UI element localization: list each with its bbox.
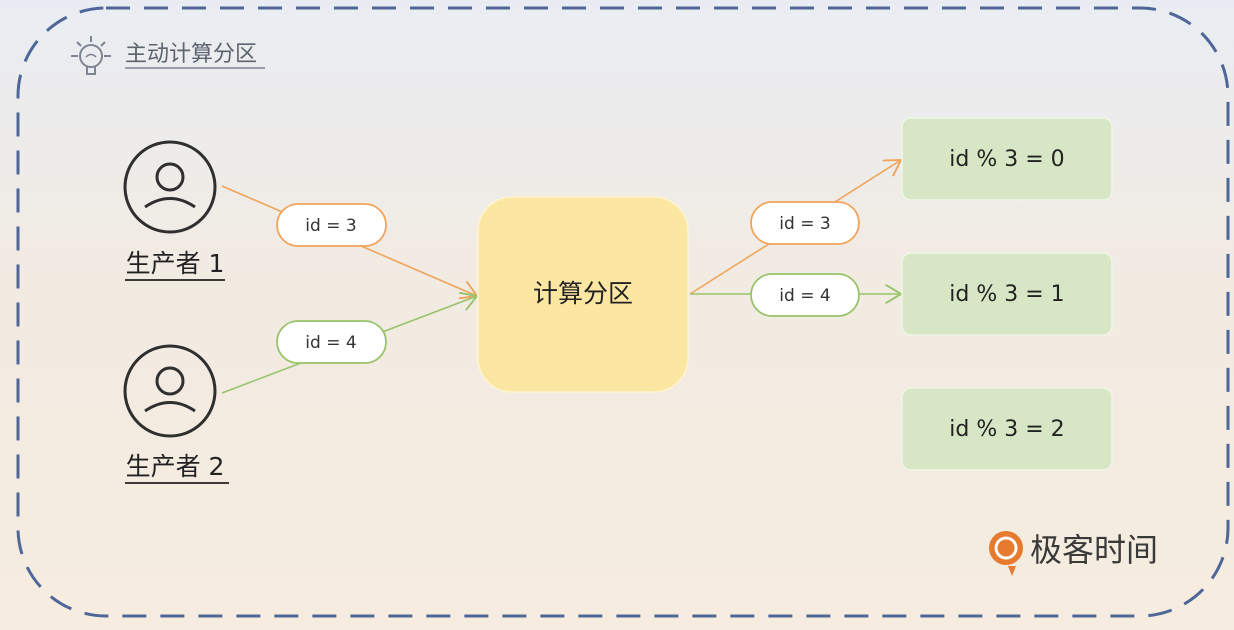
producer-1-user-icon [123, 140, 217, 234]
compute-partition-box: 计算分区 [477, 196, 689, 393]
outgoing-message-1: id = 3 [750, 201, 860, 245]
partition-1-label: id % 3 = 1 [949, 282, 1064, 307]
producer-1-label: 生产者 1 [126, 249, 225, 278]
outgoing-message-1-label: id = 3 [779, 214, 830, 234]
lightbulb-icon [71, 36, 111, 75]
producer-2-user-icon [123, 344, 217, 438]
brand-logo: 极客时间 [989, 531, 1158, 576]
outgoing-message-2-label: id = 4 [779, 286, 830, 306]
partition-2: id % 3 = 2 [901, 387, 1113, 471]
brand-logo-icon [989, 531, 1023, 576]
incoming-message-1: id = 3 [276, 203, 387, 247]
brand-name: 极客时间 [1030, 531, 1158, 569]
partition-0: id % 3 = 0 [901, 117, 1113, 201]
outgoing-message-2: id = 4 [750, 273, 860, 317]
producer-2: 生产者 2 [123, 344, 229, 484]
partition-1: id % 3 = 1 [901, 252, 1113, 336]
producer-1: 生产者 1 [123, 140, 225, 281]
compute-partition-label: 计算分区 [533, 279, 633, 308]
partition-diagram: 主动计算分区 生产者 1 生产者 2 id = 3 id = 4 计算分区 id [16, 6, 1230, 618]
incoming-message-2: id = 4 [276, 320, 387, 364]
incoming-message-1-label: id = 3 [305, 216, 356, 236]
page-title: 主动计算分区 [125, 42, 257, 67]
producer-2-label: 生产者 2 [126, 452, 225, 481]
incoming-message-2-label: id = 4 [305, 333, 356, 353]
partition-2-label: id % 3 = 2 [949, 417, 1064, 442]
partition-0-label: id % 3 = 0 [949, 147, 1064, 172]
